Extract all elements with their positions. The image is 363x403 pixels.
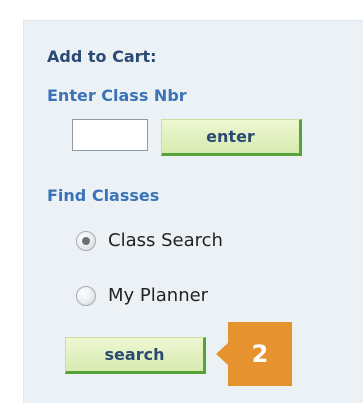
search-button[interactable]: search [65,337,206,374]
enter-class-nbr-label: Enter Class Nbr [47,86,187,105]
step-callout-badge: 2 [216,322,292,386]
add-to-cart-title: Add to Cart: [47,47,157,66]
find-classes-label: Find Classes [47,186,160,205]
class-search-radio[interactable] [76,230,96,251]
my-planner-option[interactable]: My Planner [76,285,208,306]
my-planner-label: My Planner [108,285,209,306]
class-search-label: Class Search [108,230,223,251]
class-search-option[interactable]: Class Search [76,230,223,251]
my-planner-radio[interactable] [76,285,96,306]
enter-button[interactable]: enter [161,119,302,156]
class-nbr-input[interactable] [72,119,148,151]
